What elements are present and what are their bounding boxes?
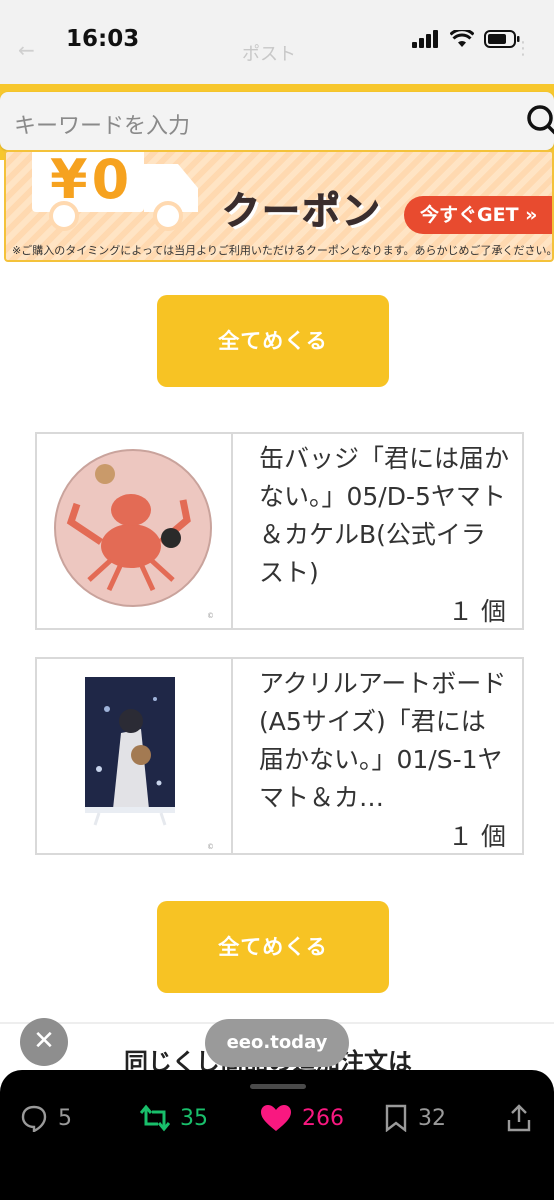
product-title: アクリルアートボード(A5サイズ)「君には届かない。」01/S-1ヤマト＆カ… [259, 669, 507, 812]
repost-button[interactable]: 35 [140, 1104, 208, 1132]
heart-icon [261, 1105, 291, 1131]
search-icon[interactable] [526, 104, 554, 138]
can-badge-image: © [54, 449, 214, 620]
bookmark-count: 32 [418, 1105, 446, 1131]
product-title: 缶バッジ「君には届かない。」05/D-5ヤマト＆カケルB(公式イラスト) [259, 444, 510, 587]
product-quantity: １ 個 [448, 822, 506, 851]
share-button[interactable] [506, 1104, 532, 1132]
battery-icon [484, 30, 520, 48]
repost-count: 35 [180, 1105, 208, 1131]
status-bar: ← ポスト ⋮ 16:03 [0, 0, 554, 84]
status-icons [412, 30, 520, 48]
drag-handle[interactable] [250, 1084, 306, 1089]
ghost-page-title: ポスト [242, 44, 296, 65]
see-all-button[interactable]: 全てめくる [157, 295, 389, 387]
banner-headline: クーポン [221, 189, 383, 234]
coupon-banner[interactable]: ¥0 クーポン 今すぐGET » ※ご購入のタイミングによっては当月よりご利用い… [4, 150, 554, 262]
see-all-button[interactable]: 全てめくる [157, 901, 389, 993]
repost-icon [140, 1104, 170, 1132]
like-count: 266 [302, 1105, 344, 1131]
bookmark-button[interactable]: 32 [384, 1104, 446, 1132]
bookmark-icon [385, 1104, 407, 1132]
product-card[interactable]: © 缶バッジ「君には届かない。」05/D-5ヤマト＆カケルB(公式イラスト) １… [35, 432, 524, 630]
search-input[interactable]: キーワードを入力 [0, 92, 554, 150]
banner-price: ¥0 [50, 150, 134, 211]
like-button[interactable]: 266 [260, 1104, 344, 1132]
product-quantity: １ 個 [448, 597, 506, 626]
url-pill[interactable]: eeo.today [205, 1019, 349, 1067]
svg-text:©: © [207, 612, 214, 620]
banner-note: ※ご購入のタイミングによっては当月よりご利用いただけるクーポンとなります。あらか… [12, 244, 554, 257]
reply-button[interactable]: 5 [20, 1104, 72, 1132]
reply-icon [21, 1105, 47, 1132]
status-time: 16:03 [66, 26, 140, 52]
back-arrow-icon[interactable]: ← [18, 38, 35, 62]
close-icon: ✕ [33, 1026, 55, 1056]
signal-icon [412, 30, 438, 48]
svg-text:©: © [207, 843, 214, 851]
product-card[interactable]: © アクリルアートボード(A5サイズ)「君には届かない。」01/S-1ヤマト＆カ… [35, 657, 524, 855]
banner-top-decoration [222, 152, 542, 168]
product-image: © [37, 434, 233, 628]
product-image: © [37, 659, 233, 853]
close-button[interactable]: ✕ [20, 1018, 68, 1066]
get-coupon-button[interactable]: 今すぐGET » [404, 196, 552, 234]
search-placeholder: キーワードを入力 [14, 114, 191, 139]
action-bar: 5 35 266 32 [0, 1070, 554, 1200]
wifi-icon [450, 30, 474, 47]
reply-count: 5 [58, 1105, 72, 1131]
share-icon [507, 1104, 531, 1132]
acrylic-board-image: © [85, 677, 214, 851]
